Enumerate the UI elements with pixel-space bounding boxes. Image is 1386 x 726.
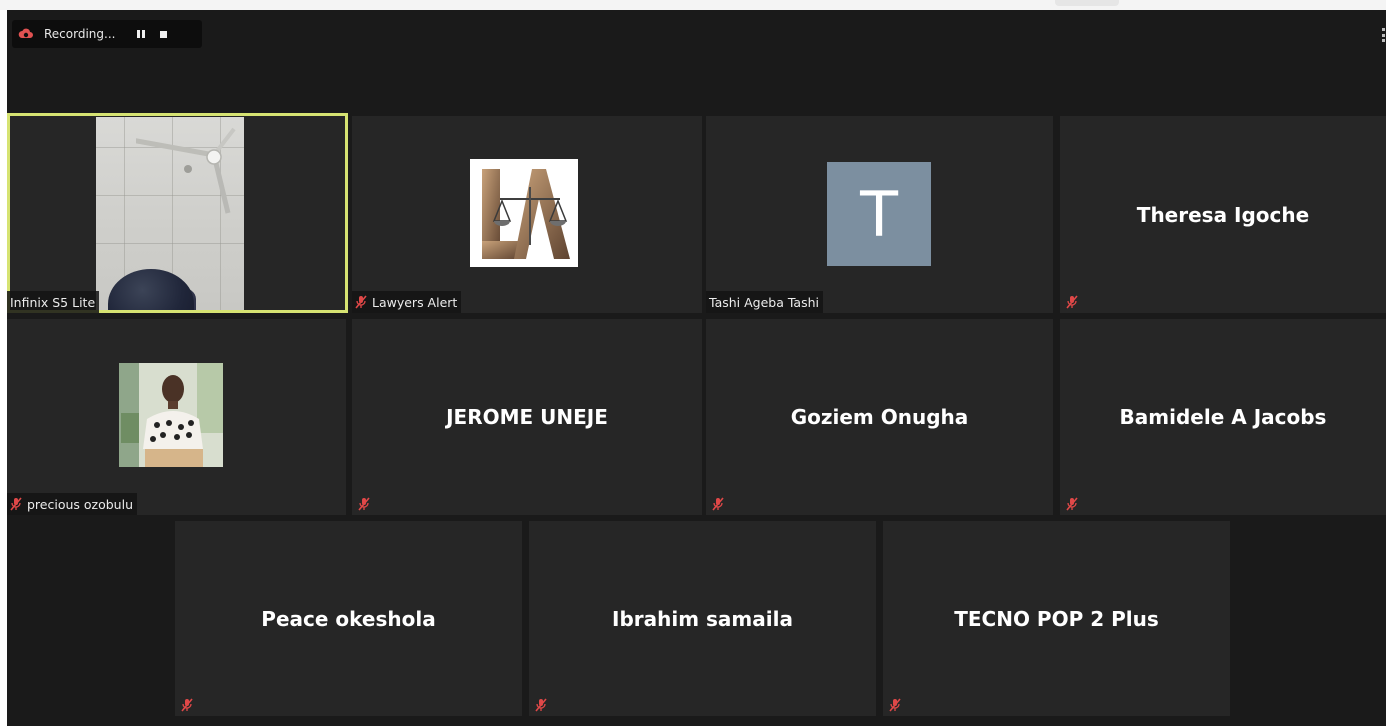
- participant-name: Infinix S5 Lite: [10, 294, 96, 310]
- mic-muted-icon: [358, 496, 370, 511]
- participant-video: [96, 117, 244, 310]
- mic-muted-icon: [712, 496, 724, 511]
- participant-name: Tashi Ageba Tashi: [709, 294, 819, 310]
- participant-caption: precious ozobulu: [7, 493, 137, 515]
- participant-tile-theresa[interactable]: Theresa Igoche: [1060, 116, 1386, 313]
- participant-display-name: Bamidele A Jacobs: [1119, 405, 1327, 429]
- participant-tile-bamidele[interactable]: Bamidele A Jacobs: [1060, 319, 1386, 515]
- recording-bar: Recording...: [12, 20, 202, 48]
- participant-caption: Lawyers Alert: [352, 291, 462, 313]
- participant-name: Lawyers Alert: [372, 294, 458, 310]
- participant-tile-tecno[interactable]: TECNO POP 2 Plus: [883, 521, 1230, 716]
- participant-name: precious ozobulu: [27, 496, 133, 512]
- participant-photo: [119, 363, 223, 467]
- participant-tile-jerome[interactable]: JEROME UNEJE: [352, 319, 702, 515]
- pause-icon: [137, 30, 145, 38]
- mic-muted-icon: [1066, 496, 1078, 511]
- participant-tile-tashi[interactable]: T Tashi Ageba Tashi: [706, 116, 1053, 313]
- mic-muted-icon: [889, 697, 901, 712]
- participant-tile-goziem[interactable]: Goziem Onugha: [706, 319, 1053, 515]
- mic-muted-icon: [355, 295, 367, 309]
- video-tile-infinix[interactable]: Infinix S5 Lite: [7, 113, 348, 313]
- pause-recording-button[interactable]: [130, 23, 152, 45]
- participant-avatar-initial: T: [827, 162, 931, 266]
- participant-display-name: TECNO POP 2 Plus: [954, 606, 1159, 631]
- participant-display-name: Ibrahim samaila: [612, 606, 793, 631]
- participant-tile-peace[interactable]: Peace okeshola: [175, 521, 522, 716]
- participant-display-name: Theresa Igoche: [1136, 202, 1310, 227]
- stop-icon: [159, 30, 167, 38]
- mic-muted-icon: [535, 697, 547, 712]
- participant-caption: Tashi Ageba Tashi: [706, 291, 823, 313]
- stop-recording-button[interactable]: [152, 23, 174, 45]
- participant-display-name: Peace okeshola: [261, 606, 436, 631]
- participant-tile-precious[interactable]: precious ozobulu: [7, 319, 346, 515]
- participant-tile-lawyers-alert[interactable]: Lawyers Alert: [352, 116, 702, 313]
- lawyers-alert-logo: [470, 159, 578, 267]
- participant-display-name: Goziem Onugha: [790, 405, 969, 429]
- ceiling-fan-icon: [136, 127, 236, 214]
- recording-label: Recording...: [44, 27, 116, 41]
- meeting-window: Recording... Infinix S5 Lite Lawyers Ale…: [7, 10, 1386, 726]
- mic-muted-icon: [10, 497, 22, 511]
- more-options-icon[interactable]: [1382, 28, 1386, 42]
- participant-tile-ibrahim[interactable]: Ibrahim samaila: [529, 521, 876, 716]
- participant-head: [108, 269, 194, 310]
- browser-top-strip: [0, 0, 1386, 10]
- participant-display-name: JEROME UNEJE: [446, 405, 608, 429]
- mic-muted-icon: [1066, 294, 1078, 309]
- participant-caption: Infinix S5 Lite: [7, 291, 100, 313]
- cloud-record-icon: [18, 26, 34, 42]
- mic-muted-icon: [181, 697, 193, 712]
- tab-edge: [1055, 0, 1119, 6]
